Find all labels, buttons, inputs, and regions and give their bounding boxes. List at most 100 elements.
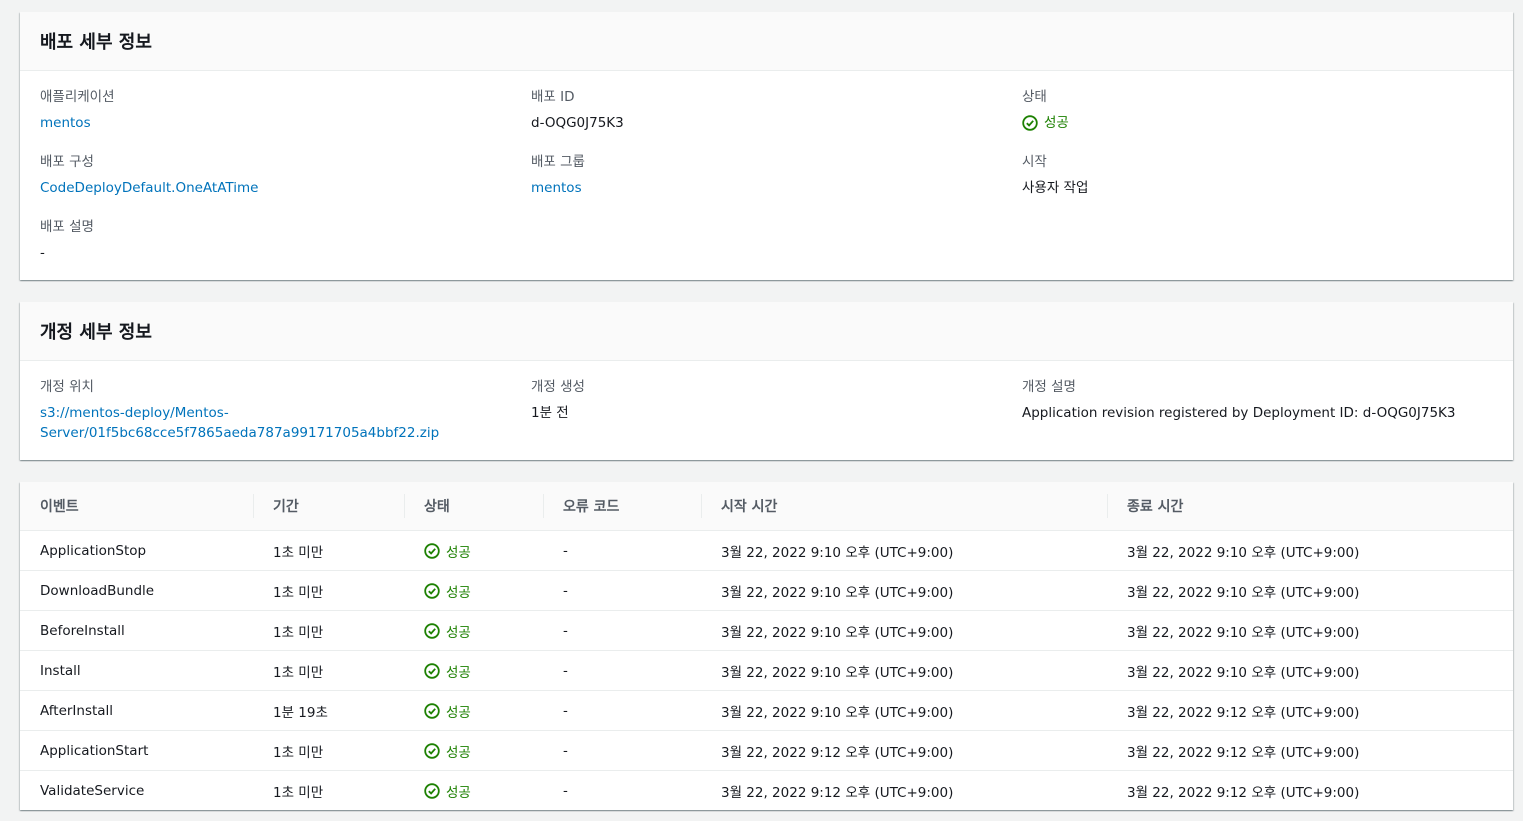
revision-location-line1: s3://mentos-deploy/Mentos- bbox=[40, 405, 229, 421]
success-check-icon bbox=[424, 702, 440, 719]
deployment-id-field: 배포 ID d-OQG0J75K3 bbox=[531, 87, 991, 133]
error-code-cell: - bbox=[563, 782, 568, 799]
status-cell: 성공 bbox=[404, 690, 543, 731]
revision-location-field: 개정 위치 s3://mentos-deploy/Mentos- Server/… bbox=[40, 377, 500, 443]
column-header-error-code[interactable]: 오류 코드 bbox=[543, 482, 701, 531]
events-table: 이벤트 기간 상태 오류 코드 시작 시간 종료 시간 ApplicationS… bbox=[20, 482, 1513, 810]
initiated-value: 사용자 작업 bbox=[1022, 180, 1089, 196]
status-badge: 성공 bbox=[424, 621, 523, 641]
table-row: BeforeInstall 1초 미만 성공 -3월 22, 2022 9:10 오후… bbox=[20, 610, 1513, 651]
end-time-cell: 3월 22, 2022 9:12 오후 (UTC+9:00) bbox=[1107, 690, 1513, 731]
events-table-body: ApplicationStop 1초 미만 성공 -3월 22, 2022 9:10 … bbox=[20, 530, 1513, 811]
event-name-cell: Install bbox=[20, 650, 253, 691]
success-check-icon bbox=[1022, 115, 1038, 131]
status-cell: 성공 bbox=[404, 570, 543, 611]
event-name-cell: BeforeInstall bbox=[20, 610, 253, 651]
deployment-description-label: 배포 설명 bbox=[40, 219, 94, 235]
success-check-icon bbox=[424, 622, 440, 639]
column-separator bbox=[404, 494, 405, 518]
duration-cell: 1초 미만 bbox=[253, 570, 404, 611]
start-time-cell: 3월 22, 2022 9:10 오후 (UTC+9:00) bbox=[701, 650, 1107, 691]
column-header-end-time[interactable]: 종료 시간 bbox=[1107, 482, 1513, 531]
duration-cell: 1초 미만 bbox=[253, 530, 404, 571]
initiated-label: 시작 bbox=[1022, 154, 1047, 170]
column-header-start-time[interactable]: 시작 시간 bbox=[701, 482, 1107, 531]
column-header-event[interactable]: 이벤트 bbox=[20, 482, 253, 531]
status-badge: 성공 bbox=[424, 781, 523, 801]
revision-details-panel: 개정 세부 정보 개정 위치 s3://mentos-deploy/Mentos… bbox=[20, 302, 1513, 460]
status-badge: 성공 bbox=[424, 701, 523, 721]
end-time-cell: 3월 22, 2022 9:12 오후 (UTC+9:00) bbox=[1127, 784, 1360, 801]
start-time-cell: 3월 22, 2022 9:10 오후 (UTC+9:00) bbox=[701, 610, 1107, 651]
error-code-cell: - bbox=[543, 730, 701, 771]
status-text: 성공 bbox=[446, 784, 471, 801]
event-name-cell: ApplicationStop bbox=[20, 530, 253, 571]
column-header-status[interactable]: 상태 bbox=[404, 482, 543, 531]
event-name-cell: ApplicationStart bbox=[20, 730, 253, 771]
column-header-error-code-label: 오류 코드 bbox=[563, 499, 620, 515]
table-row: DownloadBundle 1초 미만 성공 -3월 22, 2022 9:10 오… bbox=[20, 570, 1513, 611]
status-text: 성공 bbox=[446, 624, 471, 641]
duration-cell: 1초 미만 bbox=[273, 784, 324, 801]
status-text: 성공 bbox=[446, 704, 471, 721]
status-label: 상태 bbox=[1022, 89, 1047, 105]
status-value: 성공 bbox=[1044, 115, 1069, 131]
initiated-field: 시작 사용자 작업 bbox=[1022, 152, 1482, 198]
deployment-details-header: 배포 세부 정보 bbox=[20, 12, 1513, 71]
column-header-duration-label: 기간 bbox=[273, 499, 299, 515]
table-row: ApplicationStop 1초 미만 성공 -3월 22, 2022 9:10 … bbox=[20, 530, 1513, 571]
revision-created-value: 1분 전 bbox=[531, 405, 569, 421]
table-row: ApplicationStart 1초 미만 성공 - 3월 22, 2022 9:12… bbox=[20, 730, 1513, 771]
end-time-cell: 3월 22, 2022 9:10 오후 (UTC+9:00) bbox=[1107, 650, 1513, 691]
table-row: AfterInstall 1분 19초 성공 -3월 22, 2022 9:10 오후… bbox=[20, 690, 1513, 731]
application-link[interactable]: mentos bbox=[40, 113, 500, 133]
error-code-cell: - bbox=[543, 690, 701, 731]
deployment-details-panel: 배포 세부 정보 애플리케이션 mentos 배포 ID d-OQG0J75K3… bbox=[20, 12, 1513, 280]
status-cell: 성공 bbox=[404, 610, 543, 651]
deployment-id-label: 배포 ID bbox=[531, 89, 575, 105]
end-time-cell: 3월 22, 2022 9:10 오후 (UTC+9:00) bbox=[1107, 570, 1513, 611]
deployment-group-label: 배포 그룹 bbox=[531, 154, 585, 170]
column-header-status-label: 상태 bbox=[424, 499, 450, 515]
deployment-config-field: 배포 구성 CodeDeployDefault.OneAtATime bbox=[40, 152, 500, 198]
deployment-group-link[interactable]: mentos bbox=[531, 178, 991, 198]
duration-cell: 1분 19초 bbox=[253, 690, 404, 731]
event-name-cell: ValidateService bbox=[40, 782, 145, 799]
status-text: 성공 bbox=[446, 744, 471, 761]
status-badge: 성공 bbox=[424, 581, 523, 601]
start-time-cell: 3월 22, 2022 9:12 오후 (UTC+9:00) bbox=[721, 784, 954, 801]
error-code-cell: - bbox=[543, 530, 701, 571]
revision-location-line2: Server/01f5bc68cce5f7865aeda787a99171705… bbox=[40, 425, 440, 441]
column-header-duration[interactable]: 기간 bbox=[253, 482, 404, 531]
revision-description-field: 개정 설명 Application revision registered by… bbox=[1022, 377, 1502, 423]
revision-created-label: 개정 생성 bbox=[531, 379, 585, 395]
success-check-icon bbox=[424, 542, 440, 559]
deployment-description-field: 배포 설명 - bbox=[40, 217, 500, 263]
status-text: 성공 bbox=[446, 664, 471, 681]
success-check-icon bbox=[424, 782, 440, 799]
deployment-group-field: 배포 그룹 mentos bbox=[531, 152, 991, 198]
application-field: 애플리케이션 mentos bbox=[40, 87, 500, 133]
revision-details-header: 개정 세부 정보 bbox=[20, 302, 1513, 361]
error-code-cell: - bbox=[543, 610, 701, 651]
end-time-cell: 3월 22, 2022 9:10 오후 (UTC+9:00) bbox=[1107, 610, 1513, 651]
column-separator bbox=[701, 494, 702, 518]
column-separator bbox=[1107, 494, 1108, 518]
deployment-config-link[interactable]: CodeDeployDefault.OneAtATime bbox=[40, 178, 500, 198]
end-time-cell: 3월 22, 2022 9:12 오후 (UTC+9:00) bbox=[1107, 730, 1513, 771]
start-time-cell: 3월 22, 2022 9:10 오후 (UTC+9:00) bbox=[701, 690, 1107, 731]
column-separator bbox=[253, 494, 254, 518]
table-row: Install 1초 미만 성공 -3월 22, 2022 9:10 오후 (UTC+… bbox=[20, 650, 1513, 691]
deployment-details-title: 배포 세부 정보 bbox=[40, 32, 152, 53]
events-table-panel: 이벤트 기간 상태 오류 코드 시작 시간 종료 시간 ApplicationS… bbox=[20, 482, 1513, 810]
duration-cell: 1초 미만 bbox=[253, 730, 404, 771]
status-cell: 성공 bbox=[404, 530, 543, 571]
application-label: 애플리케이션 bbox=[40, 89, 115, 105]
column-separator bbox=[543, 494, 544, 518]
status-text: 성공 bbox=[446, 544, 471, 561]
revision-location-link[interactable]: s3://mentos-deploy/Mentos- Server/01f5bc… bbox=[40, 403, 500, 443]
success-check-icon bbox=[424, 742, 440, 759]
start-time-cell: 3월 22, 2022 9:10 오후 (UTC+9:00) bbox=[701, 530, 1107, 571]
table-row: ValidateService 1초 미만 성공 - 3월 22, 2022 9:12 … bbox=[20, 771, 1513, 811]
event-name-cell: DownloadBundle bbox=[20, 570, 253, 611]
